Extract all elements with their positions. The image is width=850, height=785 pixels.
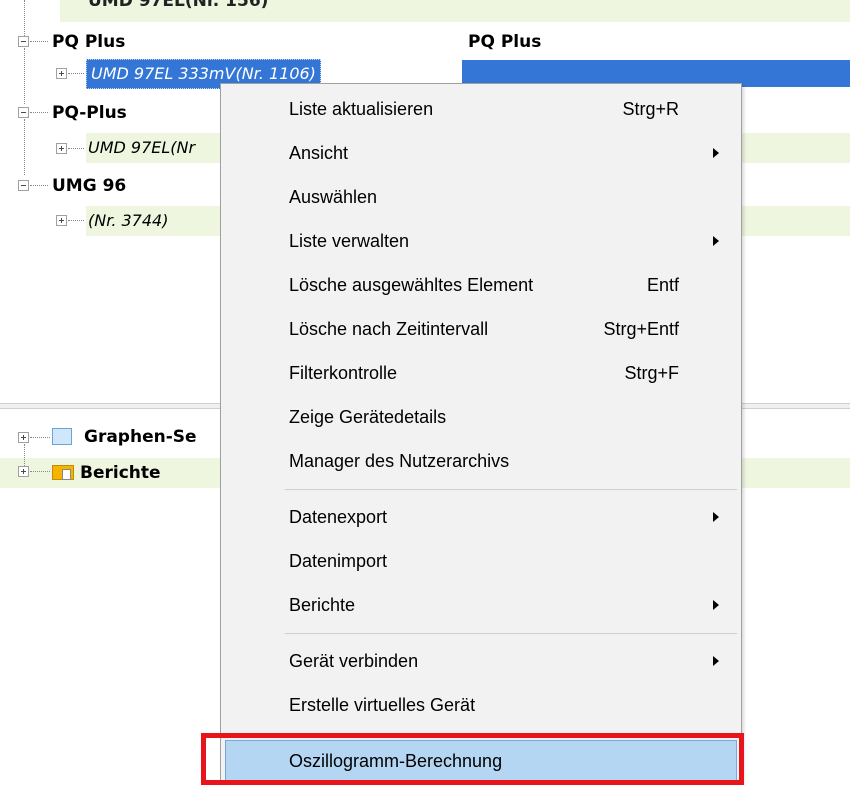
submenu-arrow-icon [713, 512, 719, 522]
expand-toggle-icon[interactable] [56, 68, 67, 79]
submenu-arrow-icon [713, 656, 719, 666]
menu-item-view[interactable]: Ansicht [221, 132, 741, 174]
menu-item-shortcut: Strg+Entf [603, 319, 679, 339]
group-pq-plus-2[interactable]: PQ-Plus [52, 98, 127, 128]
annotation-highlight-frame [201, 733, 744, 785]
collapse-toggle-icon[interactable] [18, 107, 29, 118]
device-item[interactable]: UMD 97EL(Nr [88, 133, 195, 163]
menu-item-shortcut: Strg+F [624, 363, 679, 383]
menu-item-select[interactable]: Auswählen [221, 176, 741, 218]
tree-line [30, 41, 48, 42]
menu-item-device-details[interactable]: Zeige Gerätedetails [221, 396, 741, 438]
submenu-arrow-icon [713, 600, 719, 610]
group-pq-plus[interactable]: PQ Plus [52, 27, 125, 57]
partial-tree-row[interactable]: UMD 97EL(Nr. 156) [88, 0, 268, 16]
tree-line [68, 220, 84, 221]
menu-item-label: Datenimport [289, 551, 388, 571]
menu-item-label: Auswählen [289, 187, 378, 207]
collapse-toggle-icon[interactable] [18, 36, 29, 47]
menu-item-label: Ansicht [289, 143, 349, 163]
menu-item-label: Erstelle virtuelles Gerät [289, 695, 476, 715]
tree-line [24, 444, 25, 466]
menu-separator [285, 489, 737, 490]
tree-line [24, 48, 25, 104]
tree-line [24, 0, 25, 40]
group-umg-96[interactable]: UMG 96 [52, 171, 126, 201]
menu-item-data-export[interactable]: Datenexport [221, 496, 741, 538]
group-column-label: PQ Plus [468, 32, 542, 52]
menu-item-label: Berichte [289, 595, 356, 615]
expand-toggle-icon[interactable] [18, 432, 29, 443]
tree-row-background [742, 206, 850, 236]
menu-item-label: Manager des Nutzerarchivs [289, 451, 510, 471]
submenu-arrow-icon [713, 236, 719, 246]
expand-toggle-icon[interactable] [18, 466, 29, 477]
menu-item-label: Lösche nach Zeitintervall [289, 319, 489, 339]
menu-item-data-import[interactable]: Datenimport [221, 540, 741, 582]
expand-toggle-icon[interactable] [56, 143, 67, 154]
tree-line [68, 148, 84, 149]
menu-item-label: Liste aktualisieren [289, 99, 434, 119]
menu-item-create-virtual-device[interactable]: Erstelle virtuelles Gerät [221, 684, 741, 726]
menu-separator [285, 633, 737, 634]
menu-item-label: Lösche ausgewähltes Element [289, 275, 534, 295]
graph-folder-icon [52, 428, 72, 445]
tree-line [68, 73, 84, 74]
menu-item-delete-selected[interactable]: Lösche ausgewähltes Element Entf [221, 264, 741, 306]
menu-item-label: Datenexport [289, 507, 388, 527]
menu-item-reports[interactable]: Berichte [221, 584, 741, 626]
lower-tree-item-reports[interactable]: Berichte [80, 458, 161, 488]
menu-item-user-archive-manager[interactable]: Manager des Nutzerarchivs [221, 440, 741, 482]
tree-line [30, 112, 48, 113]
menu-item-refresh-list[interactable]: Liste aktualisieren Strg+R [221, 88, 741, 130]
tree-line [24, 119, 25, 175]
menu-item-label: Gerät verbinden [289, 651, 419, 671]
lower-tree-item-graphs[interactable]: Graphen-Se [84, 422, 197, 452]
device-item[interactable]: (Nr. 3744) [88, 206, 168, 236]
menu-item-shortcut: Entf [646, 275, 679, 295]
tree-line [30, 471, 50, 472]
context-menu: Liste aktualisieren Strg+R Ansicht Auswä… [220, 83, 742, 785]
collapse-toggle-icon[interactable] [18, 180, 29, 191]
reports-folder-icon [52, 463, 74, 480]
menu-item-filter-control[interactable]: Filterkontrolle Strg+F [221, 352, 741, 394]
menu-item-label: Zeige Gerätedetails [289, 407, 447, 427]
menu-item-shortcut: Strg+R [622, 99, 679, 119]
tree-line [30, 185, 48, 186]
menu-item-delete-by-interval[interactable]: Lösche nach Zeitintervall Strg+Entf [221, 308, 741, 350]
menu-item-label: Filterkontrolle [289, 363, 398, 383]
tree-row-background [742, 133, 850, 163]
menu-item-manage-list[interactable]: Liste verwalten [221, 220, 741, 262]
expand-toggle-icon[interactable] [56, 215, 67, 226]
menu-item-connect-device[interactable]: Gerät verbinden [221, 640, 741, 682]
submenu-arrow-icon [713, 148, 719, 158]
menu-item-label: Liste verwalten [289, 231, 410, 251]
tree-line [30, 437, 50, 438]
